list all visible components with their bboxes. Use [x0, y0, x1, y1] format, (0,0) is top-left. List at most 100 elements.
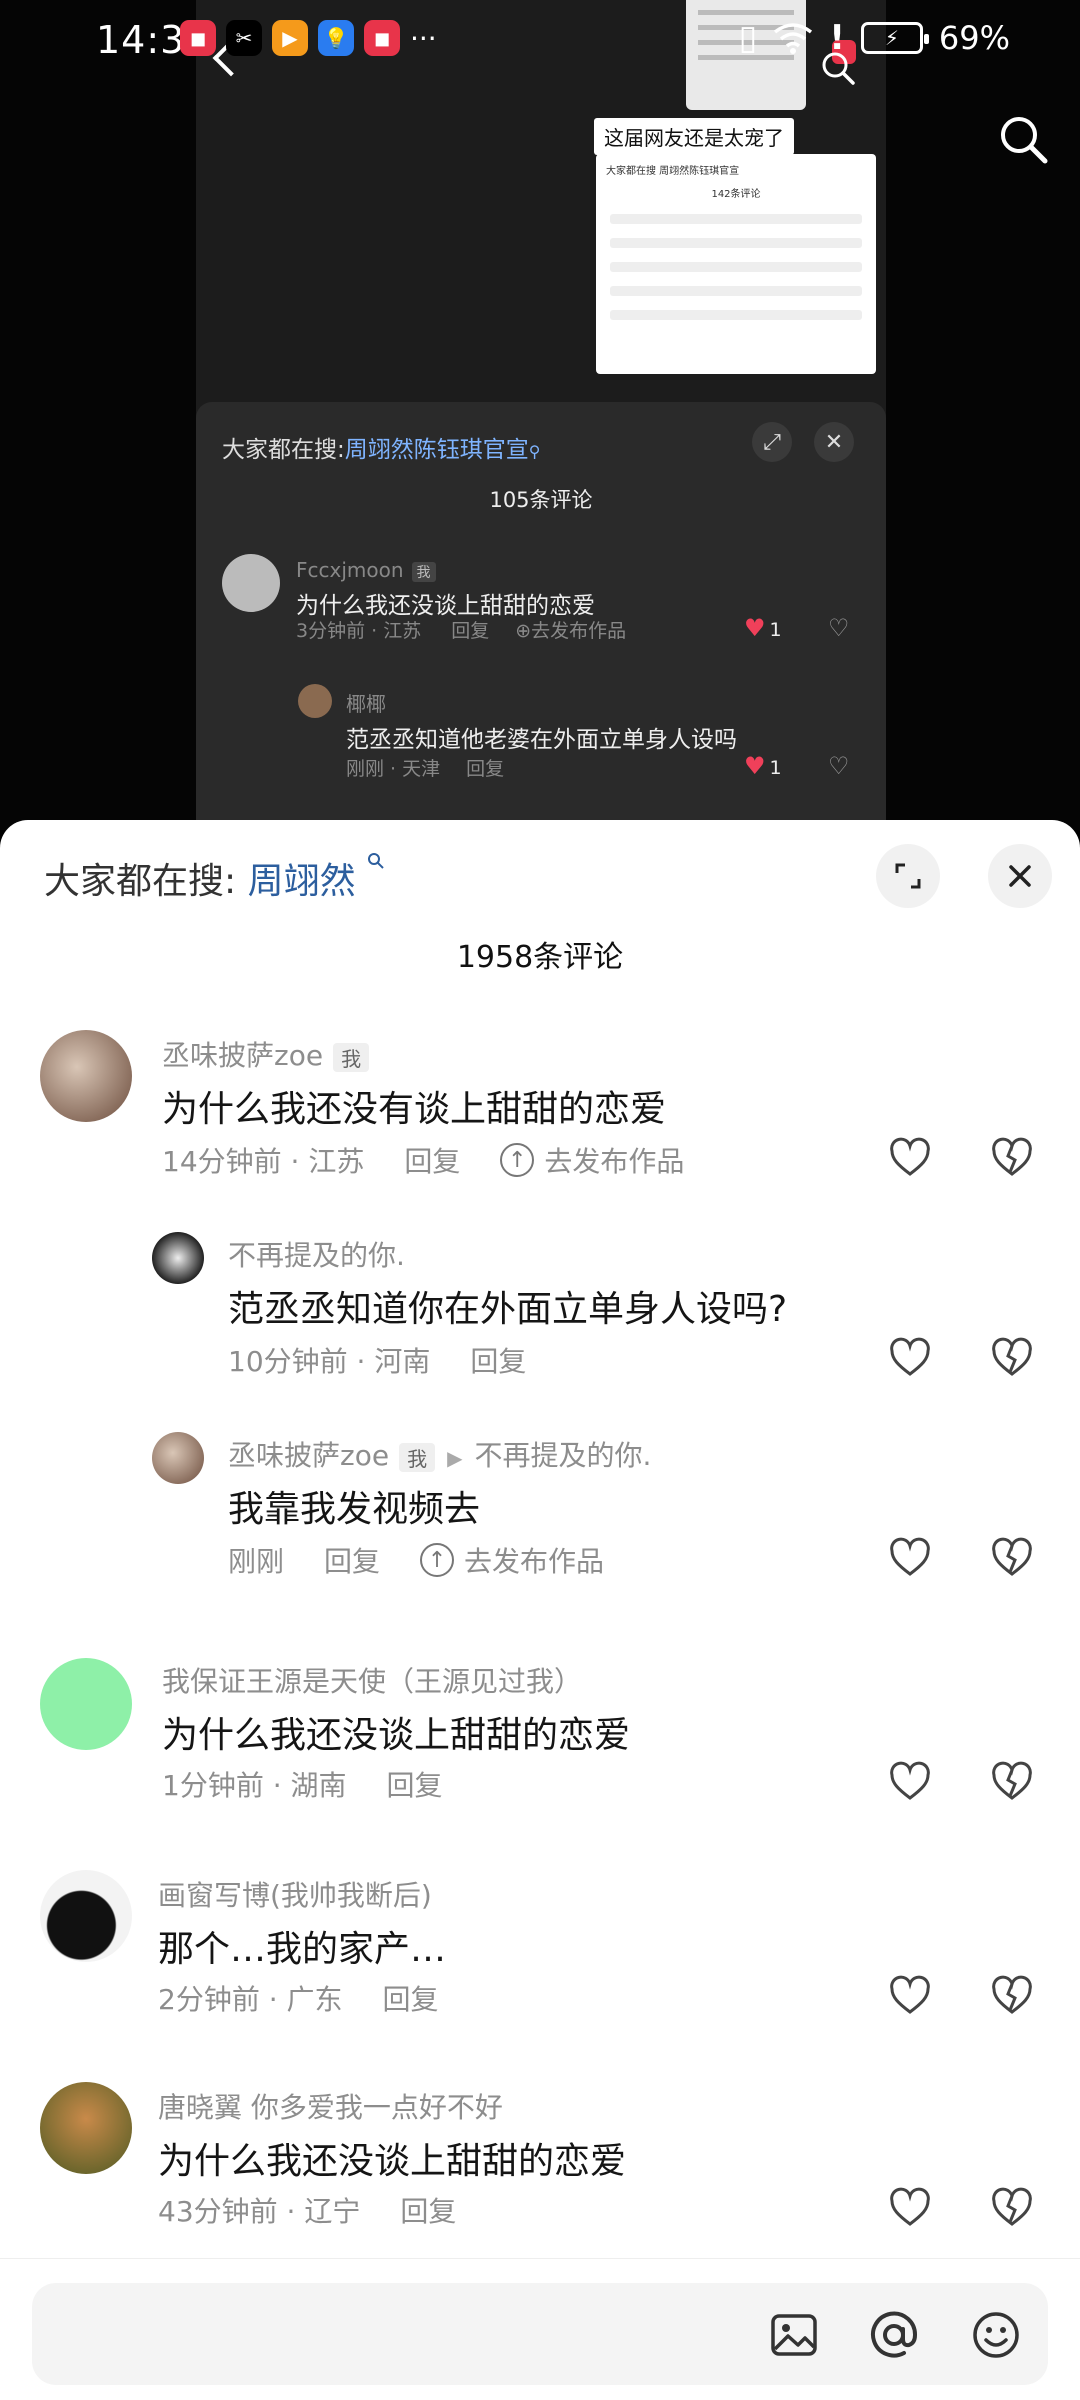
expand-icon — [895, 863, 921, 889]
comment-time: 14分钟前 · 江苏 — [162, 1145, 365, 1178]
video-player[interactable]: 这届网友还是太宠了 大家都在搜 周翊然陈钰琪官宣 142条评论 14:37 ◼ … — [0, 0, 1080, 830]
avatar[interactable] — [40, 2082, 132, 2174]
reply-button[interactable]: 回复 — [383, 1978, 439, 2018]
publish-button[interactable]: ↑ 去发布作品 — [420, 1540, 604, 1580]
comment-username[interactable]: 唐晓翼 你多爱我一点好不好 — [158, 2086, 503, 2126]
image-icon[interactable] — [768, 2309, 820, 2361]
app-notification-icon-2: ◼ — [364, 20, 400, 56]
overlay-search-keyword[interactable]: 周翊然陈钰琪官宣 — [345, 437, 529, 463]
dislike-icon[interactable] — [990, 1536, 1034, 1580]
comment-time: 1分钟前 · 湖南 — [162, 1769, 347, 1802]
status-bar: 14:37 ◼ ✂ ▶ 💡 ◼ ··· ▯ ! ⚡ 69% — [0, 0, 1080, 80]
comment-meta: 2分钟前 · 广东 回复 — [158, 1978, 439, 2018]
comment-username[interactable]: 丞味披萨zoe 我 — [162, 1034, 370, 1074]
like-icon[interactable] — [888, 2186, 932, 2230]
like-icon[interactable] — [888, 1136, 932, 1180]
overlay-reply-button[interactable]: 回复 — [451, 620, 489, 642]
overlay-comment-panel: 大家都在搜:周翊然陈钰琪官宣⚲ ⤢ ✕ 105条评论 Fccxjmoon 我 为什… — [196, 402, 886, 830]
comment-time: 10分钟前 · 河南 — [228, 1345, 431, 1378]
dislike-icon[interactable] — [990, 2186, 1034, 2230]
comment-input[interactable] — [32, 2283, 1048, 2385]
reply-button[interactable]: 回复 — [324, 1540, 380, 1580]
avatar[interactable] — [152, 1432, 204, 1484]
overlay-comment-meta: 3分钟前 · 江苏 回复 ⊕去发布作品 — [296, 620, 627, 642]
comment-time: 2分钟前 · 广东 — [158, 1983, 343, 2016]
search-hint-icon — [368, 853, 384, 869]
comment-text: 那个…我的家产… — [158, 1929, 447, 1970]
comment-text: 我靠我发视频去 — [228, 1489, 481, 1530]
comment-text: 为什么我还没有谈上甜甜的恋爱 — [162, 1089, 667, 1130]
search-hint[interactable]: 大家都在搜: 周翊然 — [44, 852, 385, 904]
overlay-like-button[interactable]: ♥ 1 — [744, 614, 782, 642]
comment-username[interactable]: 画窗写博(我帅我断后) — [158, 1874, 432, 1914]
video-mini-screenshot: 大家都在搜 周翊然陈钰琪官宣 142条评论 — [596, 154, 876, 374]
overlay-expand-icon[interactable]: ⤢ — [752, 422, 792, 462]
reply-arrow-icon: ▶ — [447, 1446, 463, 1470]
dislike-icon[interactable] — [990, 1974, 1034, 2018]
overlay-username[interactable]: 椰椰 — [346, 688, 386, 717]
status-app-icons: ◼ ✂ ▶ 💡 ◼ ··· — [180, 20, 437, 56]
reply-button[interactable]: 回复 — [400, 2190, 456, 2230]
publish-button[interactable]: ↑ 去发布作品 — [500, 1140, 684, 1180]
overlay-comment-meta: 刚刚 · 天津 回复 — [346, 758, 505, 780]
comment-username[interactable]: 不再提及的你. — [228, 1234, 405, 1274]
reply-button[interactable]: 回复 — [404, 1140, 460, 1180]
overlay-comment-text: 范丞丞知道他老婆在外面立单身人设吗 — [346, 727, 737, 753]
alert-icon: ! — [829, 18, 845, 58]
bulb-app-icon: 💡 — [318, 20, 354, 56]
avatar[interactable] — [298, 684, 332, 718]
expand-button[interactable] — [876, 844, 940, 908]
overlay-reply-button[interactable]: 回复 — [466, 758, 504, 780]
battery-percent: 69% — [938, 19, 1010, 57]
reply-button[interactable]: 回复 — [387, 1764, 443, 1804]
overlay-dislike-icon[interactable]: ♡ — [828, 752, 850, 780]
video-caption: 这届网友还是太宠了 — [594, 118, 794, 155]
dislike-icon[interactable] — [990, 1336, 1034, 1380]
capcut-icon: ✂ — [226, 20, 262, 56]
comment-count: 1958条评论 — [456, 940, 624, 975]
search-hint-keyword[interactable]: 周翊然 — [248, 861, 356, 902]
comment-input-bar — [0, 2258, 1080, 2400]
avatar[interactable] — [40, 1658, 132, 1750]
comment-time: 43分钟前 · 辽宁 — [158, 2195, 361, 2228]
overlay-publish-button[interactable]: ⊕去发布作品 — [515, 620, 626, 642]
comment-username[interactable]: 我保证王源是天使（王源见过我） — [162, 1660, 582, 1700]
overlay-like-button[interactable]: ♥ 1 — [744, 752, 782, 780]
dislike-icon[interactable] — [990, 1136, 1034, 1180]
self-tag: 我 — [399, 1442, 436, 1472]
overlay-search-mini-icon: ⚲ — [528, 442, 541, 461]
like-icon[interactable] — [888, 1336, 932, 1380]
avatar[interactable] — [40, 1870, 132, 1962]
overlay-username[interactable]: Fccxjmoon 我 — [296, 558, 436, 582]
like-icon[interactable] — [888, 1974, 932, 2018]
close-icon — [1009, 865, 1031, 887]
battery-icon: ⚡ — [860, 22, 929, 54]
status-right: ▯ ! ⚡ 69% — [739, 18, 1010, 58]
emoji-icon[interactable] — [970, 2309, 1022, 2361]
comment-meta: 刚刚 回复 ↑ 去发布作品 — [228, 1540, 604, 1580]
like-icon[interactable] — [888, 1760, 932, 1804]
close-button[interactable] — [988, 844, 1052, 908]
avatar[interactable] — [40, 1030, 132, 1122]
comment-meta: 14分钟前 · 江苏 回复 ↑ 去发布作品 — [162, 1140, 684, 1180]
avatar[interactable] — [152, 1232, 204, 1284]
like-icon[interactable] — [888, 1536, 932, 1580]
avatar[interactable] — [222, 554, 280, 612]
comment-username[interactable]: 丞味披萨zoe 我 ▶ 不再提及的你. — [228, 1434, 651, 1474]
overlay-comment-count: 105条评论 — [489, 488, 593, 512]
overlay-comment-text: 为什么我还没谈上甜甜的恋爱 — [296, 593, 595, 619]
comment-meta: 43分钟前 · 辽宁 回复 — [158, 2190, 456, 2230]
overlay-search-hint[interactable]: 大家都在搜:周翊然陈钰琪官宣⚲ — [222, 430, 540, 464]
overlay-search-prefix: 大家都在搜: — [222, 437, 345, 463]
overlay-dislike-icon[interactable]: ♡ — [828, 614, 850, 642]
at-icon[interactable] — [868, 2309, 920, 2361]
app-notification-icon: ◼ — [180, 20, 216, 56]
overlay-close-icon[interactable]: ✕ — [814, 422, 854, 462]
comment-time: 刚刚 — [228, 1545, 285, 1578]
dislike-icon[interactable] — [990, 1760, 1034, 1804]
search-icon[interactable] — [996, 112, 1050, 166]
mini-count: 142条评论 — [711, 189, 761, 200]
reply-button[interactable]: 回复 — [470, 1340, 526, 1380]
comment-meta: 1分钟前 · 湖南 回复 — [162, 1764, 443, 1804]
video-app-icon: ▶ — [272, 20, 308, 56]
